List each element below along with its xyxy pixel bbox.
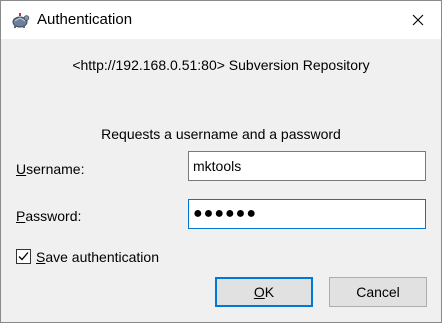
credentials-prompt-text: Requests a username and a password — [101, 126, 341, 142]
save-authentication-checkbox[interactable] — [16, 249, 31, 264]
ok-button-accesskey: O — [253, 284, 265, 300]
tortoise-icon — [12, 13, 30, 28]
cancel-button-label: Cancel — [356, 284, 400, 300]
password-label-accesskey: P — [16, 208, 26, 224]
close-button[interactable] — [395, 1, 441, 39]
ok-button-label-rest: K — [264, 284, 275, 300]
close-icon — [412, 14, 424, 26]
title-bar[interactable]: Authentication — [1, 1, 441, 39]
authentication-dialog: Authentication <http://192.168.0.51:80> … — [0, 0, 442, 323]
window-title: Authentication — [37, 11, 133, 28]
username-label-accesskey: U — [16, 161, 27, 177]
save-authentication-accesskey: S — [36, 249, 46, 265]
username-label-rest: sername: — [26, 161, 85, 177]
password-label-rest: assword: — [25, 208, 82, 224]
repository-url-text: <http://192.168.0.51:80> Subversion Repo… — [72, 57, 370, 73]
password-field[interactable]: ●●●●●● — [188, 199, 426, 229]
username-field[interactable]: mktools — [188, 151, 426, 181]
cancel-button[interactable]: Cancel — [329, 277, 427, 307]
checkmark-icon — [18, 252, 29, 261]
password-label: Password: — [16, 207, 81, 225]
username-label: Username: — [16, 160, 84, 178]
save-authentication-label[interactable]: Save authentication — [36, 248, 159, 266]
save-authentication-label-rest: ave authentication — [45, 249, 159, 265]
ok-button[interactable]: OK — [215, 277, 313, 307]
